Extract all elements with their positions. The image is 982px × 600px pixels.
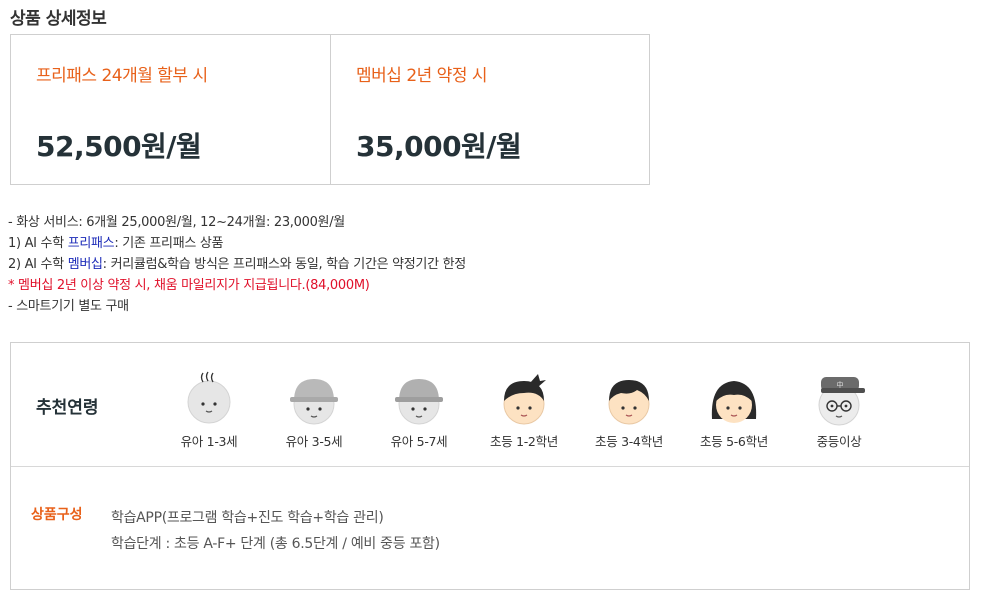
composition-title: 상품구성 xyxy=(31,507,83,523)
svg-text:中: 中 xyxy=(837,380,844,389)
note-membership-suffix: : 커리큘럼&학습 방식은 프리패스와 동일, 학습 기간은 약정기간 한정 xyxy=(102,257,467,272)
age-label: 유아 1-3세 xyxy=(180,434,238,449)
age-item-infant-3-5: 유아 3-5세 xyxy=(259,371,369,450)
age-label: 유아 5-7세 xyxy=(390,434,448,449)
product-info-box: 추천연령 유아 1-3세 유아 3-5세 유아 5-7세 초등 1-2학년 초등… xyxy=(10,342,970,590)
note-mileage-warning: * 멤버십 2년 이상 약정 시, 채움 마일리지가 지급됩니다.(84,000… xyxy=(8,278,370,293)
baby-face-icon xyxy=(187,371,231,424)
price-card-freepass: 프리패스 24개월 할부 시 52,500원/월 xyxy=(10,34,331,185)
age-item-elementary-3-4: 초등 3-4학년 xyxy=(574,371,684,450)
age-label: 유아 3-5세 xyxy=(285,434,343,449)
age-label: 초등 1-2학년 xyxy=(490,434,558,449)
product-notes: - 화상 서비스: 6개월 25,000원/월, 12~24개월: 23,000… xyxy=(8,212,466,317)
age-label: 초등 5-6학년 xyxy=(700,434,768,449)
note-freepass: 1) AI 수학 프리패스: 기존 프리패스 상품 xyxy=(8,233,466,254)
elementary-boy-face-icon xyxy=(608,380,650,425)
price-card-membership: 멤버십 2년 약정 시 35,000원/월 xyxy=(330,34,650,185)
freepass-price-label: 프리패스 24개월 할부 시 xyxy=(36,66,208,86)
age-title: 추천연령 xyxy=(36,398,99,418)
note-membership-prefix: 2) AI 수학 xyxy=(8,257,68,272)
age-item-infant-1-3: 유아 1-3세 xyxy=(154,371,264,450)
age-label: 초등 3-4학년 xyxy=(595,434,663,449)
freepass-price-value: 52,500원/월 xyxy=(36,130,202,163)
kid-hat-face-icon xyxy=(290,379,338,425)
note-membership: 2) AI 수학 멤버십: 커리큘럼&학습 방식은 프리패스와 동일, 학습 기… xyxy=(8,254,466,275)
section-divider xyxy=(11,466,969,467)
composition-level-line: 학습단계 : 초등 A-F+ 단계 (총 6.5단계 / 예비 중등 포함) xyxy=(111,536,440,552)
freepass-link[interactable]: 프리패스 xyxy=(68,236,115,251)
age-item-infant-5-7: 유아 5-7세 xyxy=(364,371,474,450)
age-item-elementary-5-6: 초등 5-6학년 xyxy=(679,371,789,450)
elementary-boy-face-icon xyxy=(503,374,546,425)
note-video-service: - 화상 서비스: 6개월 25,000원/월, 12~24개월: 23,000… xyxy=(8,215,345,230)
elementary-girl-face-icon xyxy=(711,381,757,423)
composition-details: 학습APP(프로그램 학습+진도 학습+학습 관리) 학습단계 : 초등 A-F… xyxy=(111,505,440,557)
middle-school-student-face-icon: 中 xyxy=(818,377,865,426)
section-title: 상품 상세정보 xyxy=(10,9,107,29)
membership-link[interactable]: 멤버십 xyxy=(68,257,103,272)
age-label: 중등이상 xyxy=(816,434,862,449)
composition-app-line: 학습APP(프로그램 학습+진도 학습+학습 관리) xyxy=(111,510,384,526)
kid-hat-face-icon xyxy=(395,379,443,425)
membership-price-label: 멤버십 2년 약정 시 xyxy=(356,66,488,86)
note-freepass-prefix: 1) AI 수학 xyxy=(8,236,68,251)
note-device: - 스마트기기 별도 구매 xyxy=(8,299,129,314)
note-freepass-suffix: : 기존 프리패스 상품 xyxy=(114,236,224,251)
membership-price-value: 35,000원/월 xyxy=(356,130,522,163)
age-item-elementary-1-2: 초등 1-2학년 xyxy=(469,371,579,450)
age-item-middle-school: 中 중등이상 xyxy=(784,371,894,450)
